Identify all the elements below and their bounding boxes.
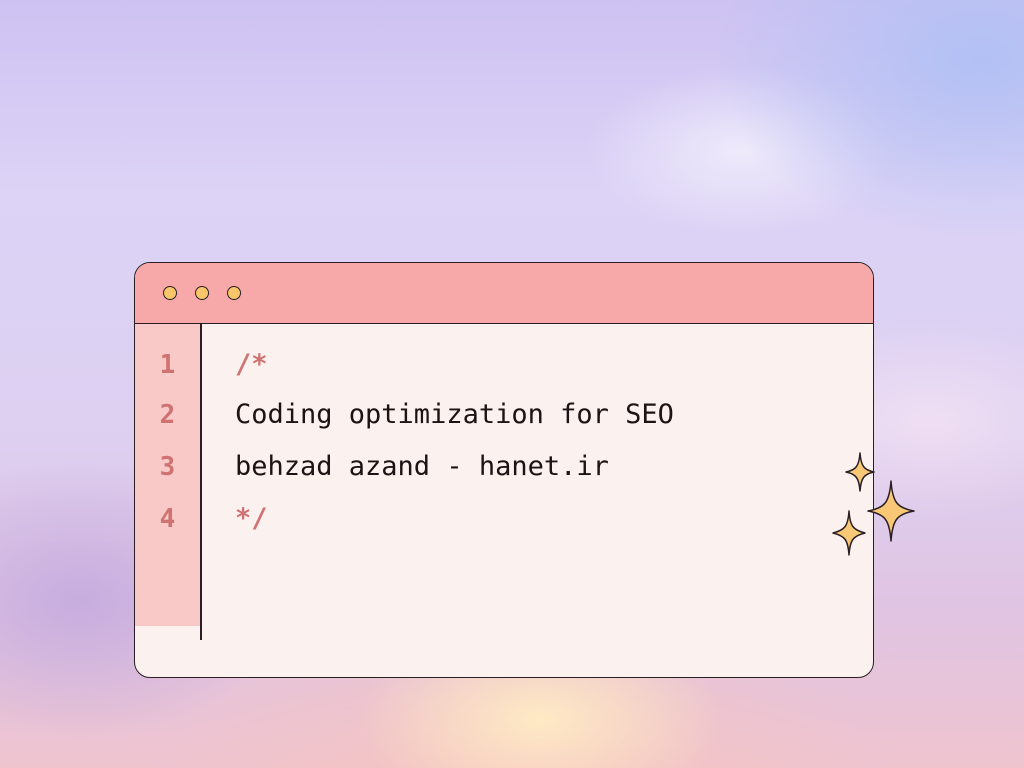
- code-editor-window: 1 2 3 4 /* Coding optimization for SEO b…: [134, 262, 874, 678]
- line-number: 3: [159, 452, 176, 482]
- window-dot-icon[interactable]: [227, 286, 241, 300]
- code-line[interactable]: behzad azand - hanet.ir: [235, 452, 609, 482]
- gutter-divider: [200, 324, 202, 640]
- window-titlebar: [135, 263, 873, 324]
- sparkle-icon: [832, 510, 866, 556]
- window-dot-icon[interactable]: [163, 286, 177, 300]
- code-line[interactable]: Coding optimization for SEO: [235, 400, 674, 430]
- window-dot-icon[interactable]: [195, 286, 209, 300]
- sparkle-icon: [867, 480, 915, 542]
- code-line-comment-close[interactable]: */: [235, 504, 268, 534]
- line-number: 1: [159, 350, 176, 380]
- line-number: 2: [159, 400, 176, 430]
- code-line-comment-open[interactable]: /*: [235, 350, 268, 380]
- line-number: 4: [159, 504, 176, 534]
